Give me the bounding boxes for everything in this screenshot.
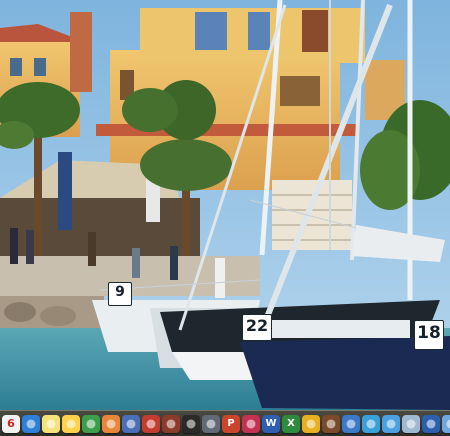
itunes-icon[interactable]: [302, 414, 320, 433]
utility-icon[interactable]: [202, 414, 220, 433]
numbers-icon[interactable]: [362, 414, 380, 433]
film-icon[interactable]: [142, 414, 160, 433]
photo-booth-icon[interactable]: [162, 414, 180, 433]
cleaner-icon[interactable]: [242, 414, 260, 433]
dashboard-icon[interactable]: [382, 414, 400, 433]
globe-icon[interactable]: [342, 414, 360, 433]
word-icon[interactable]: W: [262, 414, 280, 433]
safari-icon[interactable]: [22, 414, 40, 433]
photos-icon[interactable]: [62, 414, 80, 433]
book-icon[interactable]: [322, 414, 340, 433]
wallpaper-marina-photo: [0, 0, 450, 410]
messages-icon[interactable]: [102, 414, 120, 433]
chart-icon[interactable]: [402, 414, 420, 433]
desktop[interactable]: 9 22 18 6PWX: [0, 0, 450, 436]
app-store-icon[interactable]: [442, 414, 450, 433]
xcode-icon[interactable]: [422, 414, 440, 433]
dock: 6 P WX: [0, 410, 450, 436]
mail-icon[interactable]: [122, 414, 140, 433]
calendar-icon[interactable]: 6: [2, 414, 20, 433]
excel-icon[interactable]: X: [282, 414, 300, 433]
ppt-icon[interactable]: P: [222, 414, 240, 433]
chrome-icon[interactable]: [82, 414, 100, 433]
disk-utility-icon[interactable]: [182, 414, 200, 433]
notes-icon[interactable]: [42, 414, 60, 433]
